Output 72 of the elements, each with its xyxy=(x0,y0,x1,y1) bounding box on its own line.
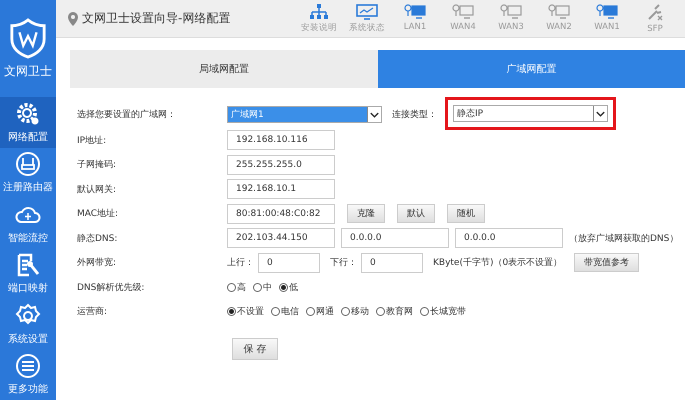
connection-type-dropdown[interactable]: 静态IP xyxy=(453,104,608,122)
location-pin-icon xyxy=(68,12,78,26)
tab[interactable]: 广域网配置 xyxy=(378,50,685,88)
status-label: WAN4 xyxy=(450,22,476,32)
mac-button[interactable]: 默认 xyxy=(397,204,435,224)
radio-option[interactable]: 移动 xyxy=(341,305,369,318)
field-label: MAC地址: xyxy=(77,208,120,220)
status-label: WAN2 xyxy=(546,22,572,32)
field-label: 连接类型： xyxy=(392,108,437,120)
mac-button[interactable]: 克隆 xyxy=(347,204,385,224)
status-label: 系统状态 xyxy=(349,22,385,34)
field-label: 默认网关: xyxy=(77,184,118,196)
radio-option[interactable]: 教育网 xyxy=(376,305,413,318)
radio-button[interactable] xyxy=(306,307,315,316)
sidebar-item[interactable]: 网络配置 xyxy=(0,97,56,148)
text-field[interactable]: 80:81:00:48:C0:82 xyxy=(227,204,335,224)
radio-button[interactable] xyxy=(341,307,350,316)
caret-icon xyxy=(367,106,381,122)
menu-icon xyxy=(15,353,41,380)
caret-icon xyxy=(593,106,607,120)
mac-button[interactable]: 随机 xyxy=(447,204,485,224)
sidebar-item[interactable]: 系统设置 xyxy=(0,299,56,350)
field-label: IP地址: xyxy=(77,134,108,147)
sidebar-item[interactable]: 端口映射 xyxy=(0,248,56,300)
save-button[interactable]: 保 存 xyxy=(232,338,278,360)
radio-option[interactable]: 电信 xyxy=(271,305,299,318)
page-title: 文网卫士设置向导-网络配置 xyxy=(82,10,232,27)
text-field[interactable]: 0 xyxy=(361,252,423,273)
status-label: LAN1 xyxy=(404,22,426,32)
radio-button[interactable] xyxy=(227,307,236,316)
text-field[interactable]: 0.0.0.0 xyxy=(341,228,449,248)
field-label: 选择您要设置的广域网： xyxy=(77,108,177,120)
sidebar-item[interactable]: 注册路由器 xyxy=(0,148,56,198)
field-label: 子网掩码: xyxy=(77,158,118,172)
radio-option[interactable]: 中 xyxy=(253,280,272,294)
text-field[interactable]: 192.168.10.1 xyxy=(227,179,335,200)
radio-button[interactable] xyxy=(227,282,236,292)
text-field[interactable]: 255.255.255.0 xyxy=(227,154,335,175)
radio-option[interactable]: 长城宽带 xyxy=(420,305,466,318)
status-label: 安装说明 xyxy=(301,22,337,34)
radio-button[interactable] xyxy=(253,282,262,292)
radio-option[interactable]: 网通 xyxy=(306,305,334,318)
logo-text: 文网卫士 xyxy=(4,63,52,80)
text-field[interactable]: 0 xyxy=(258,252,320,273)
radio-option[interactable]: 低 xyxy=(279,280,298,294)
text-field[interactable]: 202.103.44.150 xyxy=(227,228,335,248)
radio-button[interactable] xyxy=(271,307,280,316)
router-icon xyxy=(15,151,41,178)
sidebar-item[interactable]: 更多功能 xyxy=(0,350,56,400)
status-label: WAN1 xyxy=(594,22,620,32)
field-label: DNS解析优先级: xyxy=(77,282,146,294)
field-label: 静态DNS: xyxy=(77,232,118,245)
radio-button[interactable] xyxy=(420,307,429,316)
field-label: 下行： xyxy=(330,257,357,270)
bandwidth-reference-button[interactable]: 带宽值参考 xyxy=(574,253,640,272)
text-field[interactable]: 192.168.10.116 xyxy=(227,130,335,150)
field-label: 运营商: xyxy=(77,306,108,318)
hint-text: （放弃广域网获取的DNS） xyxy=(569,232,678,245)
tab[interactable]: 局域网配置 xyxy=(70,50,378,88)
radio-button[interactable] xyxy=(279,282,288,292)
status-label: WAN3 xyxy=(498,22,524,32)
field-label: 上行： xyxy=(227,256,254,270)
radio-button[interactable] xyxy=(376,307,385,316)
radio-option[interactable]: 高 xyxy=(227,280,246,294)
shield-logo-icon xyxy=(9,17,47,60)
radio-option[interactable]: 不设置 xyxy=(227,305,264,318)
text-field[interactable]: 0.0.0.0 xyxy=(455,228,563,248)
status-label: SFP xyxy=(647,24,663,34)
hint-text: KByte(千字节)（0表示不设置） xyxy=(433,256,562,270)
sidebar-item[interactable]: 智能流控 xyxy=(0,198,56,249)
gears-icon xyxy=(15,100,41,127)
field-label: 外网带宽: xyxy=(77,256,118,270)
